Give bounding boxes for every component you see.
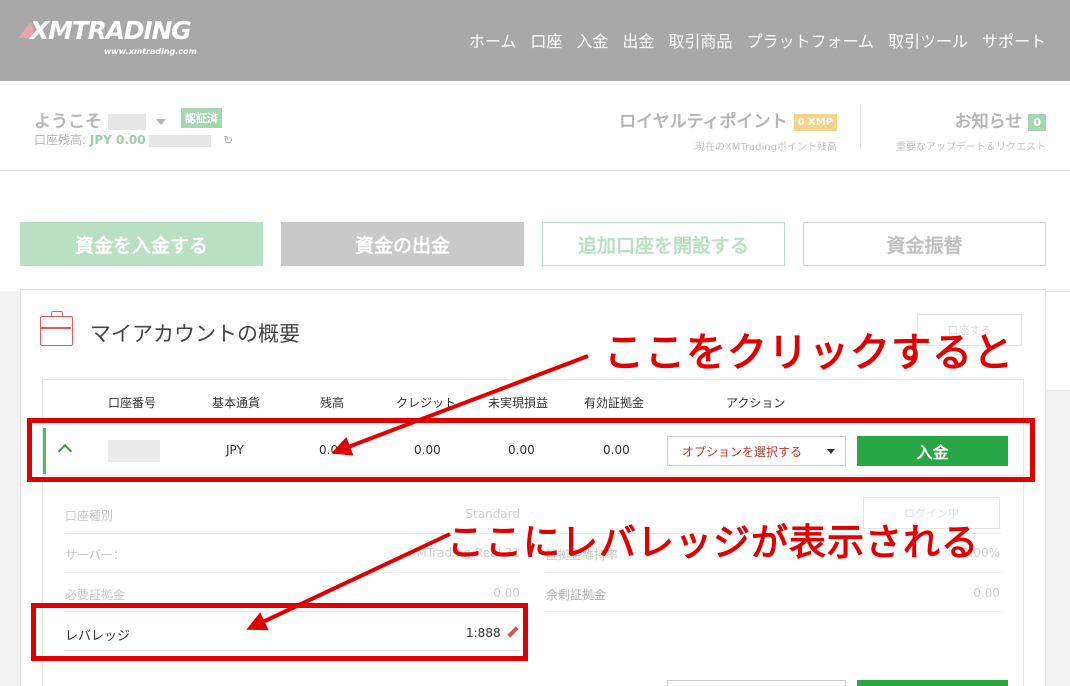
annotation-leverage-shown: ここにレバレッジが表示される bbox=[447, 521, 979, 564]
arrow-to-leverage bbox=[246, 532, 451, 631]
arrow-to-row bbox=[331, 354, 589, 456]
annotation-click-here: ここをクリックすると bbox=[604, 330, 1014, 376]
